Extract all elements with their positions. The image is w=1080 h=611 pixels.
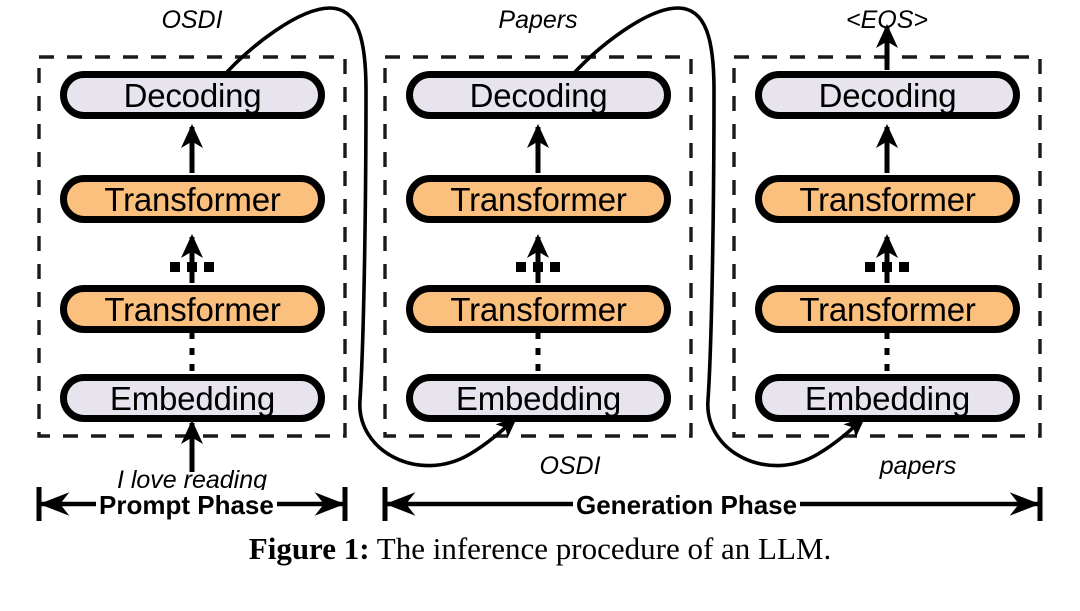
input-token-column-3: papers [818, 452, 1018, 481]
decoding-label-column-1: Decoding [123, 76, 262, 114]
ellipsis-dots-column-3 [865, 262, 909, 272]
input-token-text-column-3: papers [879, 452, 957, 480]
transformer-top-box-column-2[interactable]: Transformer [406, 175, 671, 223]
decoding-box-column-2[interactable]: Decoding [406, 71, 671, 119]
embedding-label-column-2: Embedding [455, 379, 622, 417]
input-token-column-2: OSDI [470, 452, 670, 481]
decoding-label-column-3: Decoding [818, 76, 957, 114]
transformer-bottom-label-column-2: Transformer [450, 290, 627, 328]
decoding-label-column-2: Decoding [469, 76, 608, 114]
phase-label-prompt: Prompt Phase [96, 490, 277, 521]
transformer-bottom-label-column-3: Transformer [799, 290, 976, 328]
embedding-box-column-3[interactable]: Embedding [755, 374, 1020, 422]
output-token-text-column-2: Papers [498, 6, 578, 34]
phase-label-prompt-text: Prompt Phase [99, 490, 274, 520]
embedding-label-column-1: Embedding [109, 379, 276, 417]
transformer-top-box-column-3[interactable]: Transformer [755, 175, 1020, 223]
transformer-top-box-column-1[interactable]: Transformer [60, 175, 325, 223]
output-token-column-1: OSDI [92, 6, 292, 35]
embedding-label-column-3: Embedding [804, 379, 971, 417]
phase-label-generation: Generation Phase [573, 490, 801, 521]
phase-label-generation-text: Generation Phase [576, 490, 798, 520]
ellipsis-dots-column-2 [516, 262, 560, 272]
transformer-bottom-box-column-3[interactable]: Transformer [755, 285, 1020, 333]
output-token-column-3: <EOS> [787, 6, 987, 35]
embedding-box-column-1[interactable]: Embedding [60, 374, 325, 422]
transformer-top-label-column-1: Transformer [104, 180, 281, 218]
output-token-text-column-3: <EOS> [846, 6, 928, 34]
ellipsis-dots-column-1 [170, 262, 214, 272]
embedding-box-column-2[interactable]: Embedding [406, 374, 671, 422]
figure-caption-number: Figure 1: [248, 531, 370, 566]
decoding-box-column-3[interactable]: Decoding [755, 71, 1020, 119]
transformer-bottom-box-column-1[interactable]: Transformer [60, 285, 325, 333]
output-token-column-2: Papers [438, 6, 638, 35]
output-token-text-column-1: OSDI [161, 6, 223, 34]
transformer-top-label-column-2: Transformer [450, 180, 627, 218]
transformer-bottom-box-column-2[interactable]: Transformer [406, 285, 671, 333]
transformer-bottom-label-column-1: Transformer [104, 290, 281, 328]
figure-caption-text: The inference procedure of an LLM. [369, 531, 832, 566]
input-token-text-column-2: OSDI [539, 452, 601, 480]
figure-container: Decoding Transformer Transformer Embeddi… [0, 0, 1080, 611]
decoding-box-column-1[interactable]: Decoding [60, 71, 325, 119]
figure-caption: Figure 1: The inference procedure of an … [0, 531, 1080, 567]
transformer-top-label-column-3: Transformer [799, 180, 976, 218]
